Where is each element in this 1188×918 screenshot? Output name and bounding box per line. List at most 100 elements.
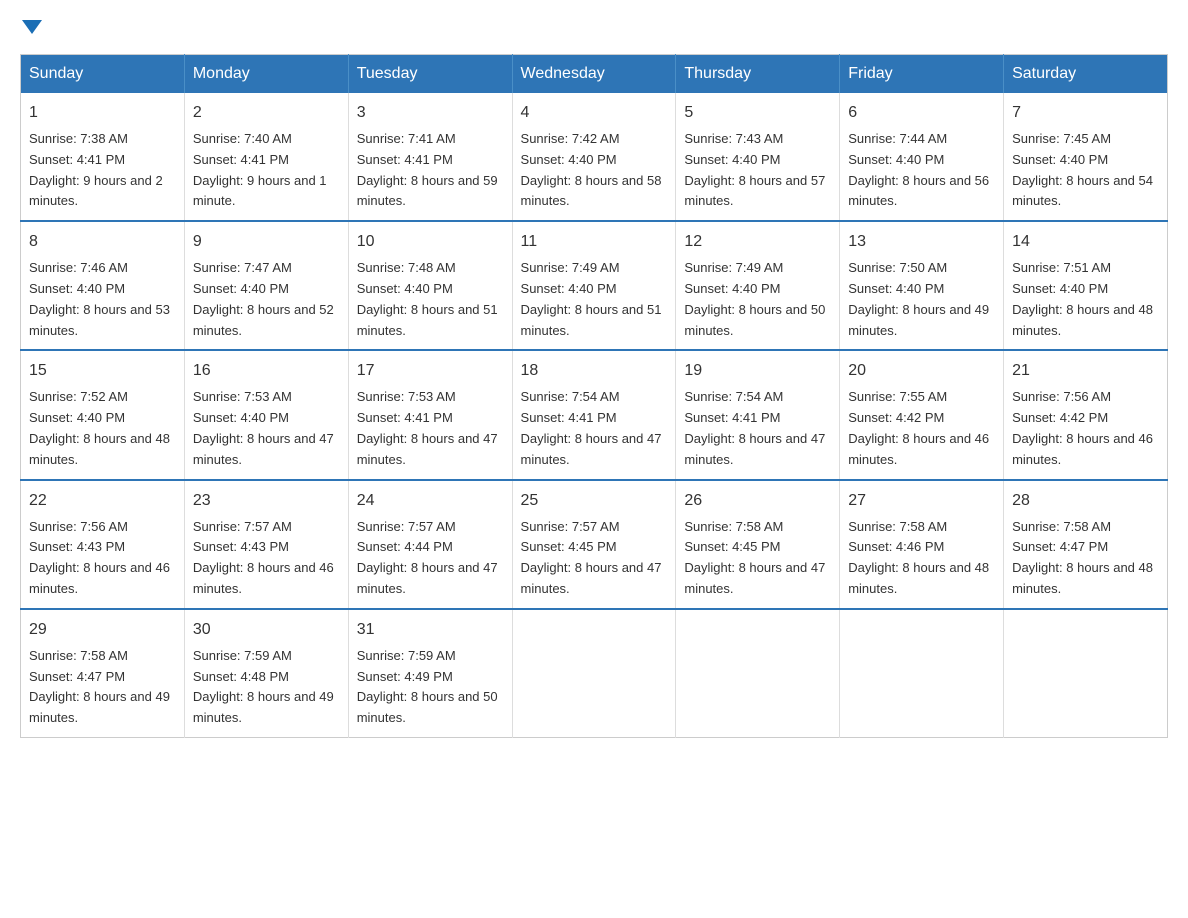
- day-info: Sunrise: 7:49 AMSunset: 4:40 PMDaylight:…: [521, 258, 668, 341]
- day-number: 4: [521, 101, 668, 125]
- calendar-cell: 15 Sunrise: 7:52 AMSunset: 4:40 PMDayligh…: [21, 350, 185, 479]
- day-number: 31: [357, 618, 504, 642]
- calendar-cell: 17 Sunrise: 7:53 AMSunset: 4:41 PMDayligh…: [348, 350, 512, 479]
- calendar-cell: 28Sunrise: 7:58 AMSunset: 4:47 PMDayligh…: [1004, 480, 1168, 609]
- calendar-cell: 13 Sunrise: 7:50 AMSunset: 4:40 PMDayligh…: [840, 221, 1004, 350]
- day-number: 13: [848, 230, 995, 254]
- day-info: Sunrise: 7:38 AMSunset: 4:41 PMDaylight:…: [29, 129, 176, 212]
- day-info: Sunrise: 7:57 AMSunset: 4:43 PMDaylight:…: [193, 517, 340, 600]
- day-number: 12: [684, 230, 831, 254]
- day-number: 19: [684, 359, 831, 383]
- day-number: 24: [357, 489, 504, 513]
- day-info: Sunrise: 7:57 AMSunset: 4:45 PMDaylight:…: [521, 517, 668, 600]
- calendar-cell: 10 Sunrise: 7:48 AMSunset: 4:40 PMDayligh…: [348, 221, 512, 350]
- day-number: 18: [521, 359, 668, 383]
- calendar-cell: 30Sunrise: 7:59 AMSunset: 4:48 PMDayligh…: [184, 609, 348, 738]
- calendar-week-row: 15 Sunrise: 7:52 AMSunset: 4:40 PMDayligh…: [21, 350, 1168, 479]
- day-info: Sunrise: 7:43 AMSunset: 4:40 PMDaylight:…: [684, 129, 831, 212]
- calendar-cell: 31 Sunrise: 7:59 AMSunset: 4:49 PMDayligh…: [348, 609, 512, 738]
- calendar-cell: 26 Sunrise: 7:58 AMSunset: 4:45 PMDayligh…: [676, 480, 840, 609]
- day-info: Sunrise: 7:54 AMSunset: 4:41 PMDaylight:…: [521, 387, 668, 470]
- day-number: 2: [193, 101, 340, 125]
- day-info: Sunrise: 7:59 AMSunset: 4:49 PMDaylight:…: [357, 646, 504, 729]
- day-number: 11: [521, 230, 668, 254]
- day-info: Sunrise: 7:40 AMSunset: 4:41 PMDaylight:…: [193, 129, 340, 212]
- day-info: Sunrise: 7:58 AMSunset: 4:45 PMDaylight:…: [684, 517, 831, 600]
- calendar-cell: [512, 609, 676, 738]
- day-number: 30: [193, 618, 340, 642]
- day-info: Sunrise: 7:46 AMSunset: 4:40 PMDaylight:…: [29, 258, 176, 341]
- day-number: 16: [193, 359, 340, 383]
- day-number: 28: [1012, 489, 1159, 513]
- calendar-header-monday: Monday: [184, 55, 348, 94]
- day-info: Sunrise: 7:44 AMSunset: 4:40 PMDaylight:…: [848, 129, 995, 212]
- calendar-cell: 2 Sunrise: 7:40 AMSunset: 4:41 PMDaylight…: [184, 93, 348, 221]
- day-number: 9: [193, 230, 340, 254]
- day-number: 14: [1012, 230, 1159, 254]
- calendar-cell: 11 Sunrise: 7:49 AMSunset: 4:40 PMDayligh…: [512, 221, 676, 350]
- day-info: Sunrise: 7:47 AMSunset: 4:40 PMDaylight:…: [193, 258, 340, 341]
- day-info: Sunrise: 7:58 AMSunset: 4:46 PMDaylight:…: [848, 517, 995, 600]
- day-number: 25: [521, 489, 668, 513]
- day-info: Sunrise: 7:54 AMSunset: 4:41 PMDaylight:…: [684, 387, 831, 470]
- calendar-cell: 18 Sunrise: 7:54 AMSunset: 4:41 PMDayligh…: [512, 350, 676, 479]
- day-info: Sunrise: 7:55 AMSunset: 4:42 PMDaylight:…: [848, 387, 995, 470]
- calendar-header-tuesday: Tuesday: [348, 55, 512, 94]
- day-info: Sunrise: 7:41 AMSunset: 4:41 PMDaylight:…: [357, 129, 504, 212]
- calendar-cell: [1004, 609, 1168, 738]
- calendar-cell: 8 Sunrise: 7:46 AMSunset: 4:40 PMDaylight…: [21, 221, 185, 350]
- day-info: Sunrise: 7:48 AMSunset: 4:40 PMDaylight:…: [357, 258, 504, 341]
- calendar-header-friday: Friday: [840, 55, 1004, 94]
- day-info: Sunrise: 7:53 AMSunset: 4:41 PMDaylight:…: [357, 387, 504, 470]
- day-number: 5: [684, 101, 831, 125]
- day-number: 15: [29, 359, 176, 383]
- day-number: 8: [29, 230, 176, 254]
- calendar-cell: 1 Sunrise: 7:38 AMSunset: 4:41 PMDaylight…: [21, 93, 185, 221]
- day-number: 10: [357, 230, 504, 254]
- day-number: 20: [848, 359, 995, 383]
- calendar-cell: 19 Sunrise: 7:54 AMSunset: 4:41 PMDayligh…: [676, 350, 840, 479]
- calendar-cell: 16 Sunrise: 7:53 AMSunset: 4:40 PMDayligh…: [184, 350, 348, 479]
- day-number: 27: [848, 489, 995, 513]
- calendar-week-row: 22 Sunrise: 7:56 AMSunset: 4:43 PMDayligh…: [21, 480, 1168, 609]
- day-info: Sunrise: 7:45 AMSunset: 4:40 PMDaylight:…: [1012, 129, 1159, 212]
- day-info: Sunrise: 7:53 AMSunset: 4:40 PMDaylight:…: [193, 387, 340, 470]
- calendar-week-row: 1 Sunrise: 7:38 AMSunset: 4:41 PMDaylight…: [21, 93, 1168, 221]
- calendar-cell: 23 Sunrise: 7:57 AMSunset: 4:43 PMDayligh…: [184, 480, 348, 609]
- day-number: 26: [684, 489, 831, 513]
- day-number: 23: [193, 489, 340, 513]
- calendar-cell: 4 Sunrise: 7:42 AMSunset: 4:40 PMDaylight…: [512, 93, 676, 221]
- calendar-cell: 25 Sunrise: 7:57 AMSunset: 4:45 PMDayligh…: [512, 480, 676, 609]
- day-number: 17: [357, 359, 504, 383]
- day-info: Sunrise: 7:50 AMSunset: 4:40 PMDaylight:…: [848, 258, 995, 341]
- calendar-cell: 14Sunrise: 7:51 AMSunset: 4:40 PMDayligh…: [1004, 221, 1168, 350]
- day-number: 29: [29, 618, 176, 642]
- calendar-cell: 6 Sunrise: 7:44 AMSunset: 4:40 PMDaylight…: [840, 93, 1004, 221]
- day-info: Sunrise: 7:42 AMSunset: 4:40 PMDaylight:…: [521, 129, 668, 212]
- calendar-cell: [840, 609, 1004, 738]
- calendar-cell: 29Sunrise: 7:58 AMSunset: 4:47 PMDayligh…: [21, 609, 185, 738]
- calendar-cell: 3 Sunrise: 7:41 AMSunset: 4:41 PMDaylight…: [348, 93, 512, 221]
- day-number: 6: [848, 101, 995, 125]
- calendar-cell: 9 Sunrise: 7:47 AMSunset: 4:40 PMDaylight…: [184, 221, 348, 350]
- day-info: Sunrise: 7:56 AMSunset: 4:42 PMDaylight:…: [1012, 387, 1159, 470]
- calendar-header-saturday: Saturday: [1004, 55, 1168, 94]
- calendar-week-row: 29Sunrise: 7:58 AMSunset: 4:47 PMDayligh…: [21, 609, 1168, 738]
- calendar-header-wednesday: Wednesday: [512, 55, 676, 94]
- day-number: 22: [29, 489, 176, 513]
- calendar-cell: 21 Sunrise: 7:56 AMSunset: 4:42 PMDayligh…: [1004, 350, 1168, 479]
- day-info: Sunrise: 7:52 AMSunset: 4:40 PMDaylight:…: [29, 387, 176, 470]
- calendar-header-row: SundayMondayTuesdayWednesdayThursdayFrid…: [21, 55, 1168, 94]
- calendar-cell: [676, 609, 840, 738]
- day-number: 1: [29, 101, 176, 125]
- day-number: 21: [1012, 359, 1159, 383]
- page-header: [20, 20, 1168, 34]
- calendar-week-row: 8 Sunrise: 7:46 AMSunset: 4:40 PMDaylight…: [21, 221, 1168, 350]
- calendar-cell: 20 Sunrise: 7:55 AMSunset: 4:42 PMDayligh…: [840, 350, 1004, 479]
- calendar-cell: 22 Sunrise: 7:56 AMSunset: 4:43 PMDayligh…: [21, 480, 185, 609]
- calendar-cell: 24 Sunrise: 7:57 AMSunset: 4:44 PMDayligh…: [348, 480, 512, 609]
- day-info: Sunrise: 7:57 AMSunset: 4:44 PMDaylight:…: [357, 517, 504, 600]
- logo: [20, 20, 44, 34]
- day-info: Sunrise: 7:56 AMSunset: 4:43 PMDaylight:…: [29, 517, 176, 600]
- day-number: 3: [357, 101, 504, 125]
